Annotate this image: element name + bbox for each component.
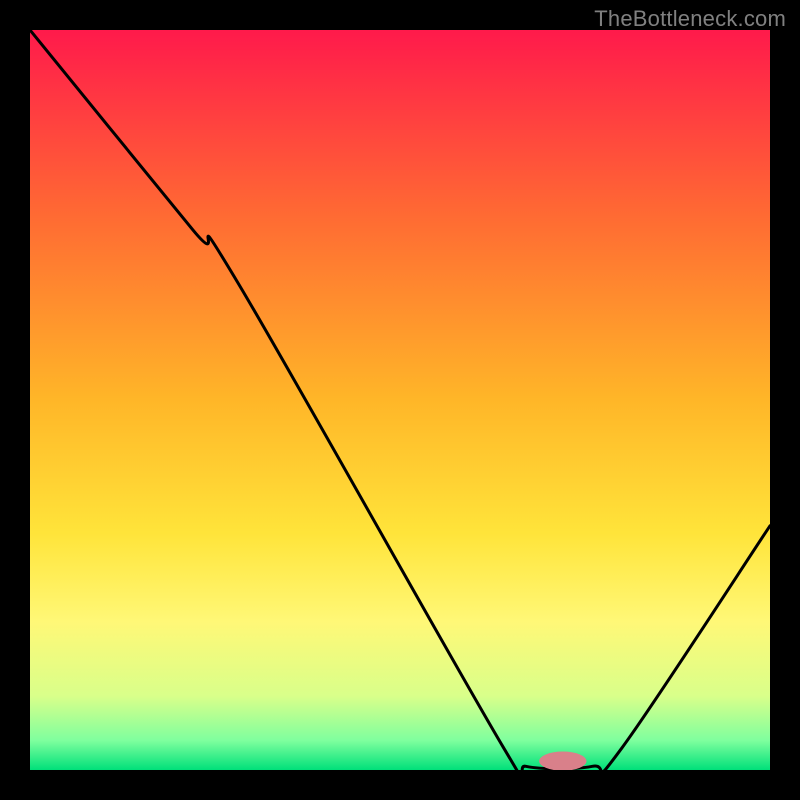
chart-svg — [30, 30, 770, 770]
chart-background — [30, 30, 770, 770]
chart-container — [30, 30, 770, 770]
optimal-marker — [539, 752, 586, 771]
watermark-text: TheBottleneck.com — [594, 6, 786, 32]
